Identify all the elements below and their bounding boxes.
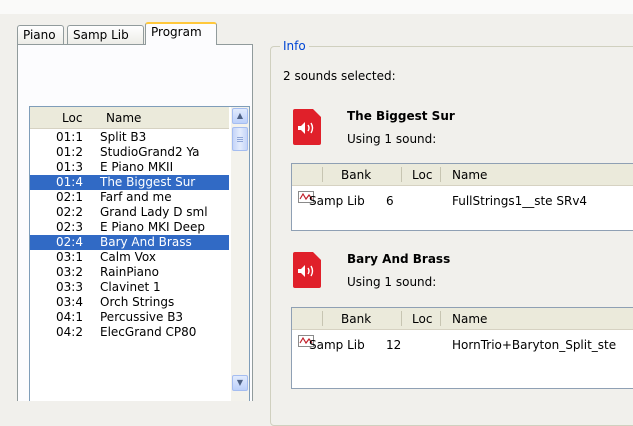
list-item-name: RainPiano <box>100 265 159 279</box>
sound-1-using: Using 1 sound: <box>347 132 437 146</box>
selected-count-text: 2 sounds selected: <box>283 69 396 83</box>
list-item-name: Grand Lady D sml <box>100 205 208 219</box>
list-item-name: StudioGrand2 Ya <box>100 145 200 159</box>
list-item-loc: 02:4 <box>56 235 83 249</box>
list-scrollbar[interactable]: ▲ ▼ <box>231 107 249 401</box>
list-item-name: Orch Strings <box>100 295 175 309</box>
list-item-name: E Piano MKII <box>100 160 174 174</box>
list-item[interactable]: 02:2 Grand Lady D sml <box>30 205 229 220</box>
row-loc: 6 <box>386 194 394 208</box>
list-item-name: ElecGrand CP80 <box>100 325 197 339</box>
column-header-name[interactable]: Name <box>452 168 487 182</box>
program-list[interactable]: Loc Name 01:1 Split B3 01:2 StudioGrand2 Ya… <box>29 106 250 401</box>
list-item-name: Calm Vox <box>100 250 156 264</box>
list-item-name: Clavinet 1 <box>100 280 161 294</box>
list-item-name: Percussive B3 <box>100 310 184 324</box>
tab-piano-label: Piano <box>23 28 56 42</box>
list-item[interactable]: 03:1 Calm Vox <box>30 250 229 265</box>
row-bank: Samp Lib <box>309 338 365 352</box>
list-item[interactable]: 01:2 StudioGrand2 Ya <box>30 145 229 160</box>
column-header-bank[interactable]: Bank <box>341 168 371 182</box>
list-item-loc: 04:1 <box>56 310 83 324</box>
sound-2-using: Using 1 sound: <box>347 275 437 289</box>
list-item-loc: 01:1 <box>56 130 83 144</box>
column-header-loc[interactable]: Loc <box>412 312 432 326</box>
list-item[interactable]: 01:1 Split B3 <box>30 130 229 145</box>
list-item-name: Farf and me <box>100 190 172 204</box>
list-item[interactable]: 01:4 The Biggest Sur <box>30 175 229 190</box>
sound-1-title: The Biggest Sur <box>347 109 455 123</box>
list-item-loc: 01:2 <box>56 145 83 159</box>
tab-samp-lib[interactable]: Samp Lib <box>67 25 144 45</box>
list-item-name: Bary And Brass <box>100 235 192 249</box>
list-item-name: Split B3 <box>100 130 147 144</box>
list-item[interactable]: 03:4 Orch Strings <box>30 295 229 310</box>
row-name: HornTrio+Baryton_Split_ste <box>452 338 617 352</box>
list-item[interactable]: 01:3 E Piano MKII <box>30 160 229 175</box>
row-loc: 12 <box>386 338 402 352</box>
scroll-thumb[interactable] <box>232 127 248 151</box>
list-item-loc: 03:1 <box>56 250 83 264</box>
sound-2-icon <box>293 252 321 288</box>
sound-2-table[interactable]: Bank Loc Name Samp Lib 12 HornTrio+Baryt… <box>291 307 633 389</box>
scroll-down-icon[interactable]: ▼ <box>232 375 248 391</box>
list-item-loc: 02:1 <box>56 190 83 204</box>
column-header-loc[interactable]: Loc <box>412 168 432 182</box>
sound-2-title: Bary And Brass <box>347 252 451 266</box>
sound-1-table-header: Bank Loc Name <box>292 164 633 186</box>
tab-program[interactable]: Program <box>145 22 217 45</box>
row-name: FullStrings1__ste SRv4 <box>452 194 588 208</box>
list-item[interactable]: 02:4 Bary And Brass <box>30 235 229 250</box>
list-item[interactable]: 02:3 E Piano MKI Deep <box>30 220 229 235</box>
tab-piano[interactable]: Piano <box>17 25 64 45</box>
scroll-up-icon[interactable]: ▲ <box>232 108 248 124</box>
column-header-name[interactable]: Name <box>452 312 487 326</box>
tab-program-label: Program <box>151 25 202 39</box>
column-header-name[interactable]: Name <box>106 111 141 125</box>
row-bank: Samp Lib <box>309 194 365 208</box>
list-item-loc: 02:2 <box>56 205 83 219</box>
list-header: Loc Name <box>30 107 229 129</box>
window-top-strip <box>0 0 633 14</box>
list-item[interactable]: 04:1 Percussive B3 <box>30 310 229 325</box>
sound-1-table[interactable]: Bank Loc Name Samp Lib 6 FullStrings1__s… <box>291 163 633 231</box>
list-item-loc: 02:3 <box>56 220 83 234</box>
sound-1-icon <box>293 109 321 145</box>
list-item-loc: 03:4 <box>56 295 83 309</box>
list-item-name: E Piano MKI Deep <box>100 220 206 234</box>
column-header-loc[interactable]: Loc <box>62 111 82 125</box>
sound-2-table-header: Bank Loc Name <box>292 308 633 330</box>
list-item-loc: 01:4 <box>56 175 83 189</box>
list-item[interactable]: 02:1 Farf and me <box>30 190 229 205</box>
list-item-loc: 03:2 <box>56 265 83 279</box>
info-group-label: Info <box>280 39 309 53</box>
list-item-name: The Biggest Sur <box>100 175 196 189</box>
list-item-loc: 03:3 <box>56 280 83 294</box>
list-item-loc: 04:2 <box>56 325 83 339</box>
list-item[interactable]: 03:2 RainPiano <box>30 265 229 280</box>
list-item[interactable]: 03:3 Clavinet 1 <box>30 280 229 295</box>
tab-samp-lib-label: Samp Lib <box>73 28 129 42</box>
speaker-icon <box>298 265 314 277</box>
list-item[interactable]: 04:2 ElecGrand CP80 <box>30 325 229 340</box>
column-header-bank[interactable]: Bank <box>341 312 371 326</box>
list-item-loc: 01:3 <box>56 160 83 174</box>
speaker-icon <box>298 122 314 134</box>
